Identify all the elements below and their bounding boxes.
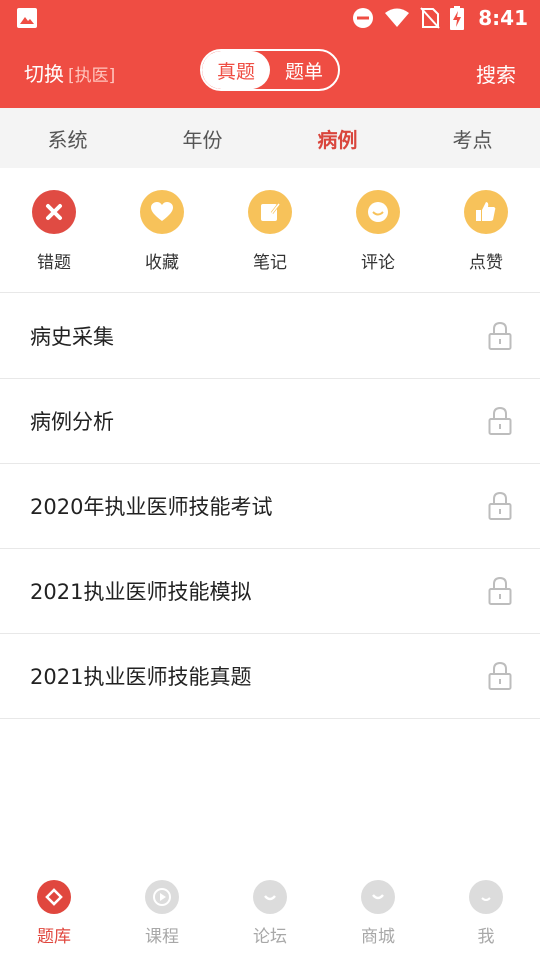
lock-icon <box>488 491 512 520</box>
nav-shop[interactable]: 商城 <box>324 866 432 960</box>
forum-icon <box>253 880 287 914</box>
quick-label: 错题 <box>37 253 71 273</box>
bottom-nav: 题库 课程 论坛 商城 我 <box>0 866 540 960</box>
list-item[interactable]: 病史采集 <box>0 294 540 379</box>
question-bank-icon <box>37 880 71 914</box>
tab-case[interactable]: 病例 <box>270 108 405 168</box>
quick-notes[interactable]: 笔记 <box>216 168 324 292</box>
quick-comments[interactable]: 评论 <box>324 168 432 292</box>
quick-favorites[interactable]: 收藏 <box>108 168 216 292</box>
mode-segmented-control: 真题 题单 <box>200 49 340 91</box>
lock-icon <box>488 661 512 690</box>
tab-key-points[interactable]: 考点 <box>405 108 540 168</box>
lock-icon <box>488 576 512 605</box>
shop-icon <box>361 880 395 914</box>
quick-label: 评论 <box>361 253 395 273</box>
nav-label: 论坛 <box>253 927 287 947</box>
list-item[interactable]: 2021执业医师技能真题 <box>0 634 540 719</box>
app-header: 切换 [执医] 真题 题单 搜索 <box>0 36 540 108</box>
tab-year[interactable]: 年份 <box>135 108 270 168</box>
list-item[interactable]: 2020年执业医师技能考试 <box>0 464 540 549</box>
nav-label: 商城 <box>361 927 395 947</box>
nav-course[interactable]: 课程 <box>108 866 216 960</box>
list-item-title: 病史采集 <box>30 325 114 349</box>
case-list: 病史采集 病例分析 2020年执业医师技能考试 2021执业医师技能模拟 202… <box>0 294 540 719</box>
image-icon <box>17 8 37 28</box>
list-item-title: 2021执业医师技能模拟 <box>30 580 252 604</box>
tab-system[interactable]: 系统 <box>0 108 135 168</box>
thumbs-up-icon <box>464 190 508 234</box>
search-button[interactable]: 搜索 <box>476 59 516 88</box>
clock: 8:41 <box>478 6 528 30</box>
nav-question-bank[interactable]: 题库 <box>0 866 108 960</box>
category-tabs: 系统 年份 病例 考点 <box>0 108 540 168</box>
wrong-x-icon <box>32 190 76 234</box>
nav-label: 题库 <box>37 927 71 947</box>
switch-exam-button[interactable]: 切换 [执医] <box>24 58 115 87</box>
list-item[interactable]: 2021执业医师技能模拟 <box>0 549 540 634</box>
wifi-icon <box>385 8 410 27</box>
nav-label: 课程 <box>145 927 179 947</box>
nav-label: 我 <box>477 927 495 947</box>
lock-icon <box>488 321 512 350</box>
heart-icon <box>140 190 184 234</box>
status-bar: 8:41 <box>0 0 540 36</box>
play-course-icon <box>145 880 179 914</box>
quick-label: 笔记 <box>253 253 287 273</box>
segment-tidan[interactable]: 题单 <box>270 51 338 89</box>
quick-likes[interactable]: 点赞 <box>432 168 540 292</box>
smile-comment-icon <box>356 190 400 234</box>
profile-icon <box>469 880 503 914</box>
battery-charging-icon <box>450 6 465 30</box>
exam-tag: [执医] <box>68 66 116 86</box>
quick-label: 收藏 <box>145 253 179 273</box>
list-item[interactable]: 病例分析 <box>0 379 540 464</box>
quick-actions: 错题 收藏 笔记 评论 点赞 <box>0 168 540 293</box>
nav-profile[interactable]: 我 <box>432 866 540 960</box>
nav-forum[interactable]: 论坛 <box>216 866 324 960</box>
list-item-title: 2020年执业医师技能考试 <box>30 495 273 519</box>
note-icon <box>248 190 292 234</box>
list-item-title: 2021执业医师技能真题 <box>30 665 252 689</box>
no-sim-icon <box>420 7 440 29</box>
lock-icon <box>488 406 512 435</box>
list-item-title: 病例分析 <box>30 410 114 434</box>
segment-zhenti[interactable]: 真题 <box>202 51 270 89</box>
switch-label: 切换 <box>24 62 64 86</box>
do-not-disturb-icon <box>353 8 374 28</box>
quick-label: 点赞 <box>469 253 503 273</box>
quick-wrong-questions[interactable]: 错题 <box>0 168 108 292</box>
